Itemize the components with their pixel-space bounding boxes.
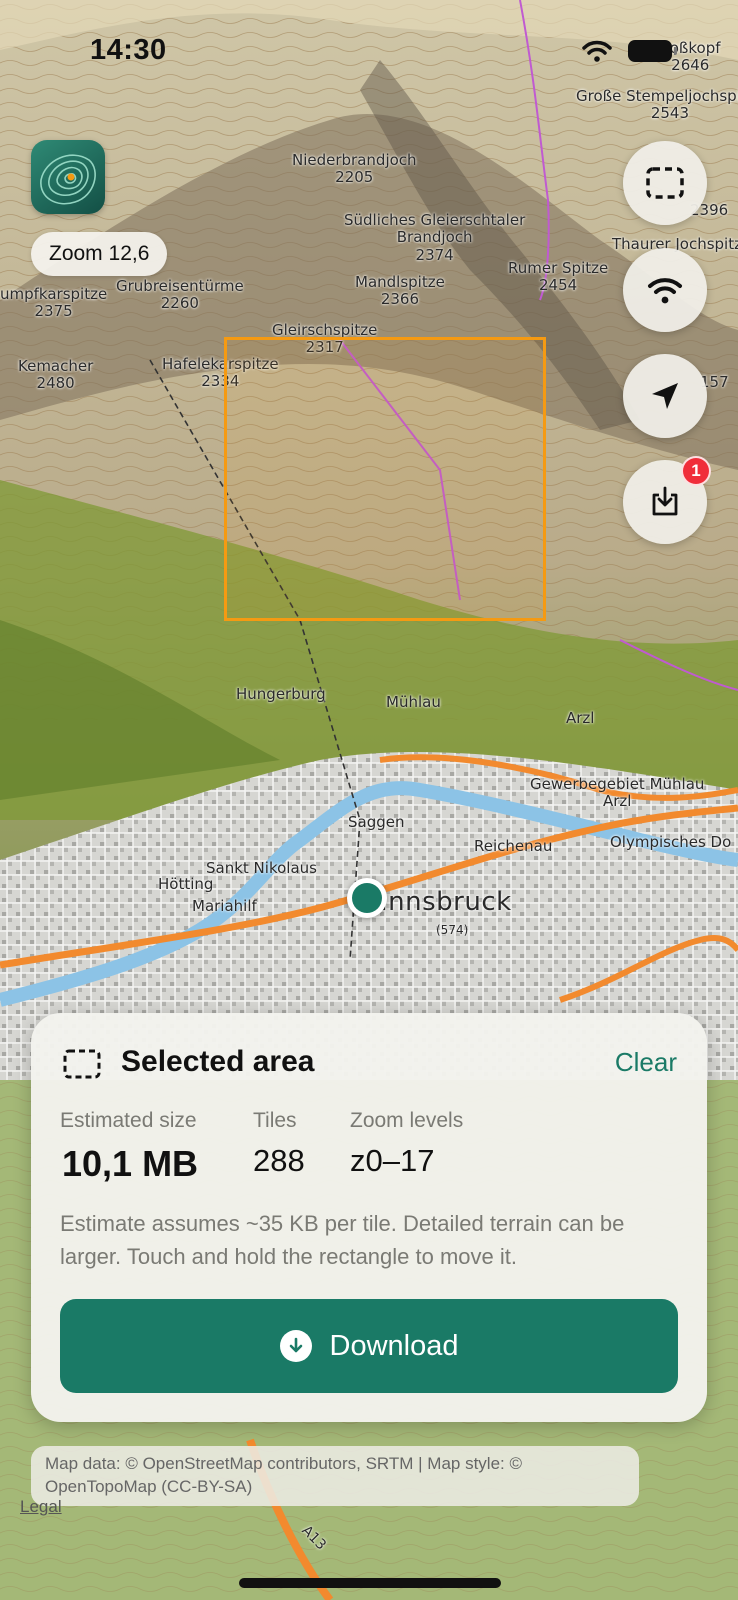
map-label-mandlspitze: Mandlspitze 2366 xyxy=(355,273,445,309)
zoom-level-indicator: Zoom 12,6 xyxy=(31,232,168,276)
locate-me-button[interactable] xyxy=(623,354,707,438)
downloads-button[interactable]: 1 xyxy=(623,456,711,544)
sheet-title: Selected area xyxy=(121,1045,315,1078)
select-area-button[interactable] xyxy=(623,141,707,225)
map-label-hotting: Hötting xyxy=(158,875,214,893)
map-label-gleierschtaler: Südliches Gleierschtaler Brandjoch 2374 xyxy=(344,211,526,264)
selection-rectangle-icon xyxy=(63,1049,101,1079)
download-tray-icon xyxy=(652,486,678,516)
offline-toggle-button[interactable] xyxy=(623,248,707,332)
map-label-grosse-stempeljochspitze: Große Stempeljochspitze2543 xyxy=(576,87,738,123)
estimated-size-value: 10,1 MB xyxy=(62,1143,199,1184)
status-icons xyxy=(582,40,677,62)
map-label-innsbruck-elev: (574) xyxy=(436,923,469,937)
map-label-sankt-nikolaus: Sankt Nikolaus xyxy=(206,859,317,877)
map-label-grubreisenturme: Grubreisentürme 2260 xyxy=(116,277,244,313)
download-circle-icon xyxy=(279,1330,312,1362)
estimated-size-label: Estimated size xyxy=(60,1109,197,1132)
map-label-muhlau: Mühlau xyxy=(386,693,441,711)
zoom-levels-label: Zoom levels xyxy=(350,1109,464,1132)
wifi-icon xyxy=(648,278,682,304)
map-label-niederbrandjoch: Niederbrandjoch 2205 xyxy=(292,151,417,187)
download-button[interactable]: Download xyxy=(60,1299,678,1393)
map-label-kemacher: Kemacher 2480 xyxy=(18,357,94,393)
map-label-mariahilf: Mariahilf xyxy=(192,897,257,915)
map-label-reichenau: Reichenau xyxy=(474,837,553,855)
downloads-badge: 1 xyxy=(681,456,711,486)
home-indicator xyxy=(239,1578,501,1588)
selected-area-sheet: Selected area Clear Estimated size Tiles… xyxy=(31,1013,707,1422)
clear-button[interactable]: Clear xyxy=(615,1047,677,1078)
status-time: 14:30 xyxy=(90,34,167,66)
map-label-rumpfkarspitze: umpfkarspitze 2375 xyxy=(0,285,108,321)
map-label-hungerburg: Hungerburg xyxy=(236,685,326,703)
app-logo-icon[interactable] xyxy=(31,140,105,214)
selection-rectangle[interactable] xyxy=(224,337,546,621)
map-attribution: Map data: © OpenStreetMap contributors, … xyxy=(31,1446,639,1506)
battery-icon xyxy=(628,40,677,62)
zoom-levels-value: z0–17 xyxy=(350,1143,435,1178)
map-label-arzl: Arzl xyxy=(566,709,595,727)
location-arrow-icon xyxy=(652,383,678,409)
legal-link[interactable]: Legal xyxy=(20,1497,62,1517)
cellular-wifi-icon xyxy=(582,40,612,62)
map-label-saggen: Saggen xyxy=(348,813,405,831)
current-location-marker xyxy=(347,878,387,918)
map-label-olympisches-dorf: Olympisches Do xyxy=(610,833,732,851)
map-label-rumer-spitze: Rumer Spitze 2454 xyxy=(508,259,609,295)
selection-rectangle-icon xyxy=(646,167,684,199)
map-label-innsbruck: Innsbruck xyxy=(380,887,512,917)
tiles-label: Tiles xyxy=(253,1109,297,1132)
map-label-gewerbegebiet: Gewerbegebiet Mühlau Arzl xyxy=(530,775,705,811)
tiles-value: 288 xyxy=(253,1143,305,1178)
download-button-label: Download xyxy=(329,1329,459,1362)
estimate-note: Estimate assumes ~35 KB per tile. Detail… xyxy=(60,1211,625,1269)
